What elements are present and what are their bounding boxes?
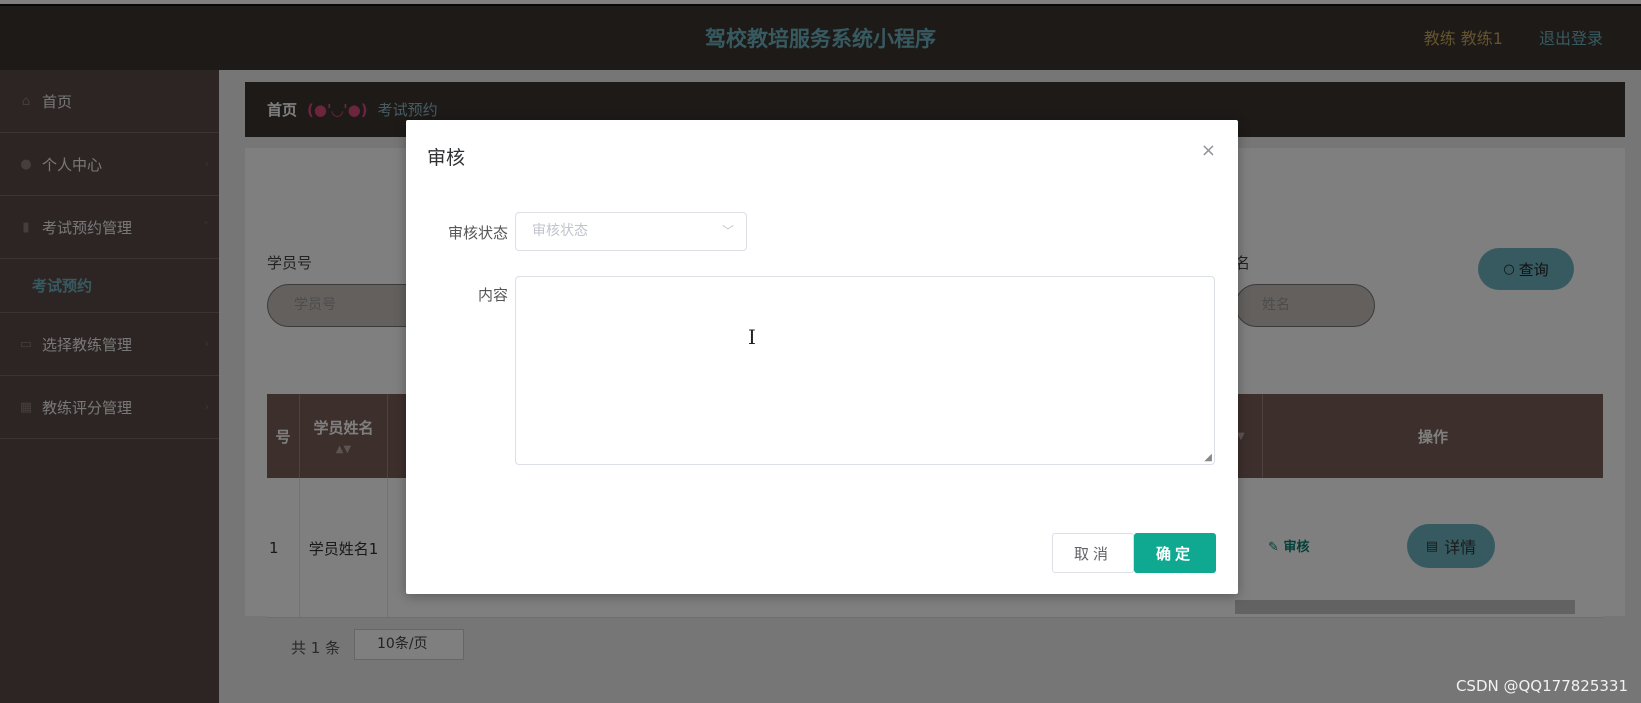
chevron-down-icon: ﹀ [721, 224, 734, 238]
cancel-button[interactable]: 取消 [1052, 533, 1134, 573]
status-label: 审核状态 [447, 224, 508, 242]
resize-handle-icon[interactable]: ◢ [1204, 452, 1212, 463]
content-label: 内容 [477, 286, 508, 304]
status-select[interactable]: 审核状态 ﹀ [515, 212, 747, 251]
close-icon[interactable]: × [1201, 140, 1216, 161]
text-cursor-icon: I [748, 325, 756, 349]
dialog-title: 审核 [427, 147, 466, 169]
confirm-button[interactable]: 确定 [1134, 533, 1216, 573]
audit-dialog: 审核 × 审核状态 审核状态 ﹀ 内容 I ◢ 取消 确定 [406, 120, 1238, 594]
watermark: CSDN @QQ177825331 [1455, 677, 1628, 695]
content-textarea[interactable]: I ◢ [515, 276, 1215, 465]
